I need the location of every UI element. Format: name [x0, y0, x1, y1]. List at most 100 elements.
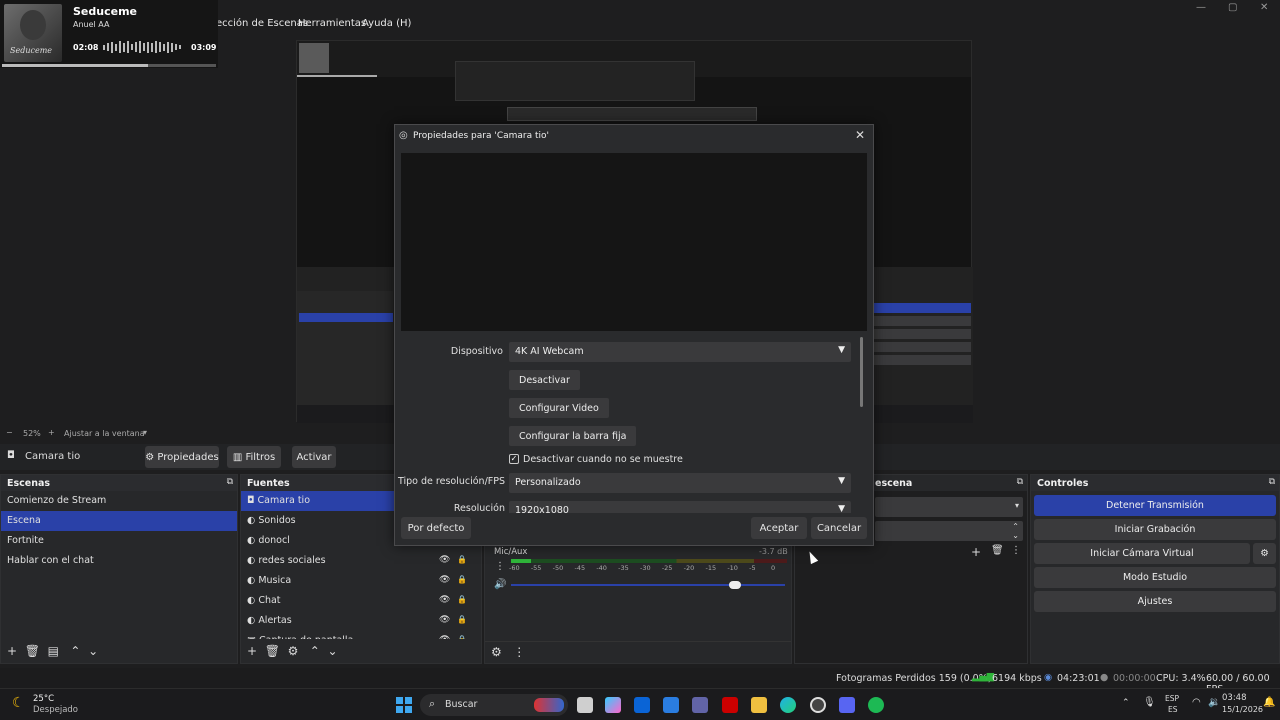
move-up-icon[interactable]: ⌃: [310, 644, 320, 658]
source-item[interactable]: ◐ Chat 👁 🔒: [241, 591, 481, 611]
netflix-icon[interactable]: [722, 697, 738, 713]
activate-button[interactable]: Activar: [292, 446, 336, 468]
duration-spinbox[interactable]: ⌃ ⌄: [875, 521, 1023, 541]
cancel-button[interactable]: Cancelar: [811, 517, 867, 539]
store-icon[interactable]: [663, 697, 679, 713]
search-box[interactable]: ⌕ Buscar: [420, 694, 568, 716]
configure-crossbar-button[interactable]: Configurar la barra fija: [509, 426, 637, 446]
add-transition-icon[interactable]: +: [971, 545, 981, 559]
transition-select[interactable]: ▾: [875, 497, 1023, 517]
undock-icon[interactable]: ⧉: [1017, 477, 1023, 487]
accept-button[interactable]: Aceptar: [751, 517, 807, 539]
more-options-icon[interactable]: ⋮: [495, 561, 505, 572]
zoom-out-icon[interactable]: −: [6, 428, 13, 437]
volume-slider-handle[interactable]: [729, 581, 741, 589]
mixer-footer: ⚙ ⋮: [485, 641, 791, 663]
configure-video-button[interactable]: Configurar Video: [509, 398, 609, 418]
windows-start-icon[interactable]: [396, 697, 412, 713]
move-down-icon[interactable]: ⌄: [328, 644, 338, 658]
scene-item[interactable]: Comienzo de Stream: [1, 491, 237, 511]
lock-icon[interactable]: 🔒: [457, 635, 467, 639]
visibility-eye-icon[interactable]: 👁: [439, 615, 450, 625]
visibility-eye-icon[interactable]: 👁: [439, 575, 450, 585]
chevron-down-icon[interactable]: ▾: [143, 428, 147, 437]
signal-icon: ▂▄▆: [972, 671, 994, 682]
weather-desc[interactable]: Despejado: [33, 705, 78, 715]
maximize-icon[interactable]: ▢: [1228, 2, 1237, 13]
fit-window-label[interactable]: Ajustar a la ventana: [64, 429, 145, 438]
visibility-eye-icon[interactable]: 👁: [439, 555, 450, 565]
clock-date[interactable]: 15/1/2026: [1222, 705, 1263, 714]
source-item[interactable]: ▣ Captura de pantalla 👁 🔒: [241, 631, 481, 639]
close-icon[interactable]: ✕: [855, 128, 865, 142]
stop-stream-button[interactable]: Detener Transmisión: [1034, 495, 1276, 516]
source-item[interactable]: ◐ Alertas 👁 🔒: [241, 611, 481, 631]
clock-time[interactable]: 03:48: [1222, 693, 1247, 703]
lock-icon[interactable]: 🔒: [457, 555, 467, 564]
weather-temp[interactable]: 25°C: [33, 694, 54, 704]
source-item[interactable]: ◐ redes sociales 👁 🔒: [241, 551, 481, 571]
visibility-eye-icon[interactable]: 👁: [439, 595, 450, 605]
move-up-icon[interactable]: ⌃: [70, 644, 80, 658]
menu-tools[interactable]: Herramientas: [298, 18, 366, 29]
speaker-icon[interactable]: 🔊: [494, 579, 506, 590]
studio-mode-button[interactable]: Modo Estudio: [1034, 567, 1276, 588]
add-scene-icon[interactable]: +: [7, 644, 17, 658]
menu-help[interactable]: Ayuda (H): [362, 18, 411, 29]
wifi-icon[interactable]: ◠: [1192, 697, 1201, 708]
source-item[interactable]: ◐ Musica 👁 🔒: [241, 571, 481, 591]
zoom-in-icon[interactable]: +: [48, 428, 55, 437]
deactivate-when-hidden-checkbox[interactable]: ✓: [509, 454, 519, 464]
close-window-icon[interactable]: ✕: [1260, 2, 1268, 13]
settings-button[interactable]: Ajustes: [1034, 591, 1276, 612]
task-view-icon[interactable]: [577, 697, 593, 713]
scene-item[interactable]: Fortnite: [1, 531, 237, 551]
file-explorer-icon[interactable]: [751, 697, 767, 713]
scene-item[interactable]: Escena: [1, 511, 237, 531]
visibility-eye-icon[interactable]: 👁: [439, 635, 450, 639]
add-source-icon[interactable]: +: [247, 644, 257, 658]
start-recording-button[interactable]: Iniciar Grabación: [1034, 519, 1276, 540]
scene-item[interactable]: Hablar con el chat: [1, 551, 237, 571]
virtual-camera-settings-button[interactable]: ⚙: [1253, 543, 1276, 564]
dialog-scrollbar[interactable]: [860, 337, 863, 407]
keyboard-layout[interactable]: ES: [1168, 705, 1178, 714]
menu-scene-collection[interactable]: ección de Escenas: [216, 18, 308, 29]
resolution-type-select[interactable]: Personalizado ▼: [509, 473, 851, 493]
outlook-icon[interactable]: [634, 697, 650, 713]
scene-filter-icon[interactable]: ▤: [48, 644, 59, 658]
remove-transition-icon[interactable]: 🗑: [991, 545, 1004, 556]
teams-icon[interactable]: [692, 697, 708, 713]
volume-icon[interactable]: 🔉: [1208, 697, 1220, 708]
defaults-button[interactable]: Por defecto: [401, 517, 471, 539]
microphone-icon[interactable]: 🎙: [1143, 697, 1156, 708]
start-virtual-camera-button[interactable]: Iniciar Cámara Virtual: [1034, 543, 1250, 564]
device-select[interactable]: 4K AI Webcam ▼: [509, 342, 851, 362]
undock-icon[interactable]: ⧉: [1269, 477, 1275, 487]
lock-icon[interactable]: 🔒: [457, 595, 467, 604]
input-language[interactable]: ESP: [1165, 694, 1179, 703]
chevron-up-icon[interactable]: ⌃: [1122, 698, 1130, 708]
notification-icon[interactable]: 🔔: [1263, 697, 1275, 708]
discord-icon[interactable]: [839, 697, 855, 713]
filters-button[interactable]: ▥ Filtros: [227, 446, 281, 468]
move-down-icon[interactable]: ⌄: [88, 644, 98, 658]
copilot-icon[interactable]: [605, 697, 621, 713]
volume-slider-track[interactable]: [511, 584, 785, 586]
properties-button[interactable]: ⚙ Propiedades: [145, 446, 219, 468]
lock-icon[interactable]: 🔒: [457, 575, 467, 584]
mixer-menu-icon[interactable]: ⋮: [513, 645, 525, 659]
remove-source-icon[interactable]: 🗑: [265, 644, 280, 658]
source-settings-icon[interactable]: ⚙: [288, 644, 299, 658]
edge-icon[interactable]: [780, 697, 796, 713]
obs-icon[interactable]: [810, 697, 826, 713]
spotify-icon[interactable]: [868, 697, 884, 713]
resolution-select[interactable]: 1920x1080 ▼: [509, 501, 851, 513]
transition-menu-icon[interactable]: ⋮: [1011, 545, 1021, 556]
remove-scene-icon[interactable]: 🗑: [25, 644, 40, 658]
deactivate-button[interactable]: Desactivar: [509, 370, 580, 390]
minimize-icon[interactable]: —: [1196, 2, 1206, 13]
lock-icon[interactable]: 🔒: [457, 615, 467, 624]
undock-icon[interactable]: ⧉: [227, 477, 233, 487]
mixer-settings-icon[interactable]: ⚙: [491, 645, 502, 659]
